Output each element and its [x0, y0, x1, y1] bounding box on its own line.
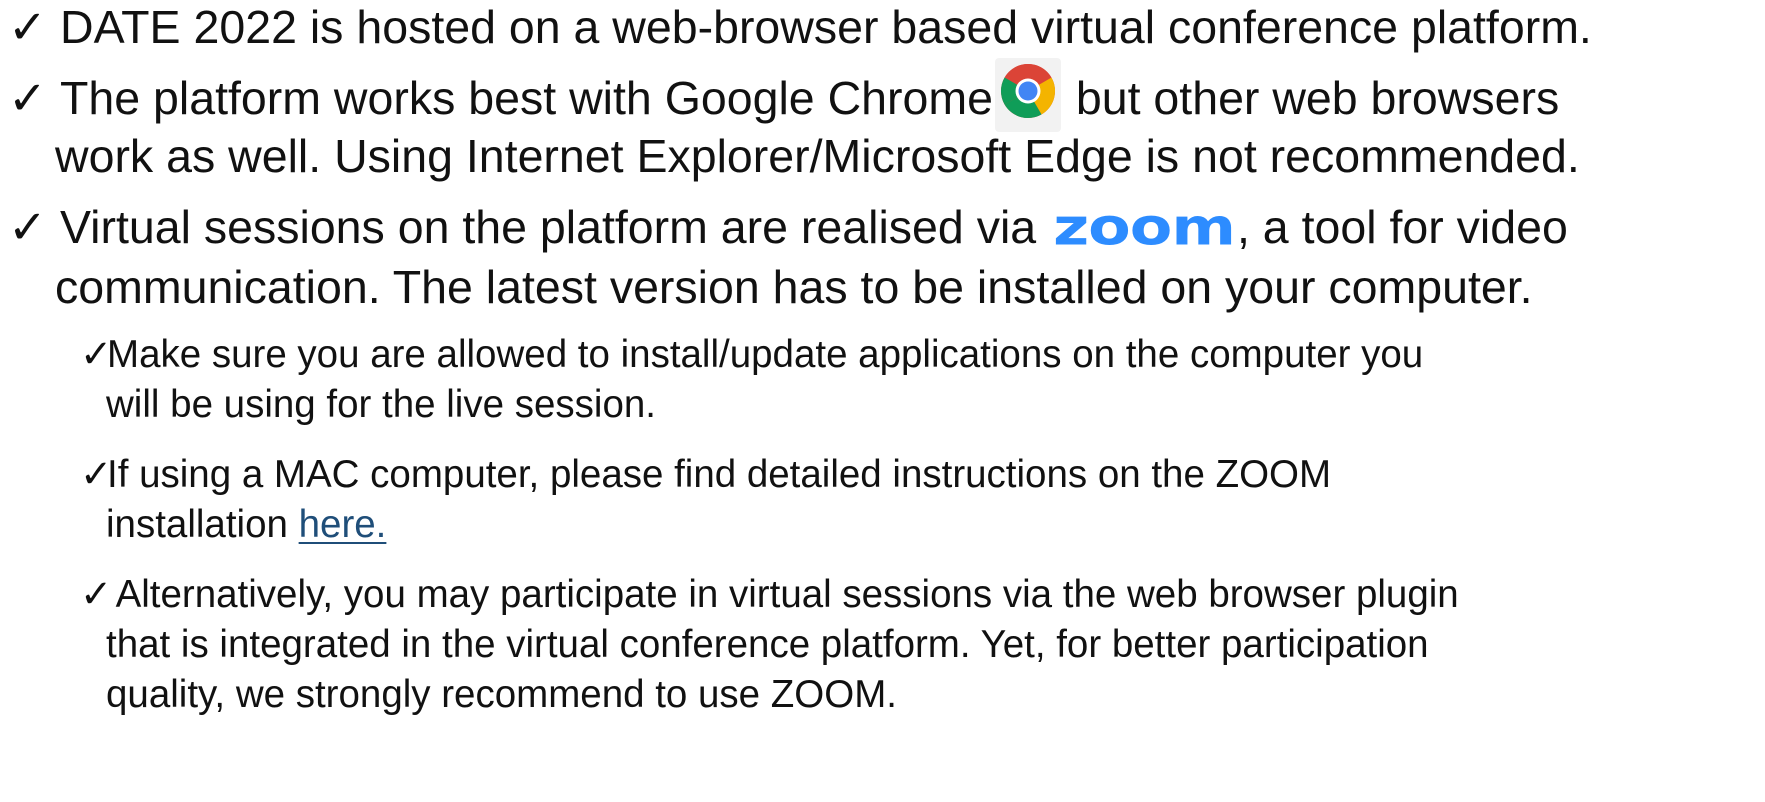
bullet-text: but other web browsers: [1062, 72, 1560, 124]
sub-bullet-text: If using a MAC computer, please find det…: [107, 453, 1332, 496]
sub-bullet-text: Alternatively, you may participate in vi…: [107, 573, 1459, 616]
sub-bullet-browser-plugin: ✓ Alternatively, you may participate in …: [0, 567, 1459, 723]
checkmark-icon: ✓: [8, 201, 47, 253]
bullet-browser: ✓ The platform works best with Google Chr…: [8, 58, 1580, 189]
bullet-hosting: ✓ DATE 2022 is hosted on a web-browser ba…: [8, 0, 1592, 60]
bullet-text: , a tool for video: [1236, 201, 1568, 253]
bullet-text: Virtual sessions on the platform are rea…: [60, 201, 1050, 253]
sub-bullet-install-permission: ✓Make sure you are allowed to install/up…: [0, 327, 1423, 433]
bullet-text: The platform works best with Google Chro…: [60, 72, 993, 124]
checkmark-icon: ✓: [80, 573, 113, 616]
sub-bullet-text-continued: will be using for the live session.: [106, 383, 656, 426]
sub-bullet-text: Make sure you are allowed to install/upd…: [107, 333, 1424, 376]
zoom-logo: zoom: [1053, 197, 1236, 257]
checkmark-icon: ✓: [8, 72, 47, 124]
sub-bullet-text-continued: installation here.: [0, 497, 1331, 553]
mac-instructions-link[interactable]: here.: [299, 503, 387, 546]
sub-bullet-text-continued: quality, we strongly recommend to use ZO…: [106, 673, 897, 716]
checkmark-icon: ✓: [8, 1, 47, 53]
checkmark-icon: ✓: [80, 333, 113, 376]
checkmark-icon: ✓: [80, 453, 113, 496]
sub-bullet-text-continued: that is integrated in the virtual confer…: [106, 623, 1429, 666]
sub-bullet-mac: ✓If using a MAC computer, please find de…: [0, 447, 1331, 553]
bullet-text-continued: communication. The latest version has to…: [55, 261, 1533, 313]
bullet-text: DATE 2022 is hosted on a web-browser bas…: [60, 1, 1592, 53]
sub-bullet-text: installation: [106, 503, 299, 546]
chrome-icon: [994, 58, 1061, 132]
bullet-text-continued: work as well. Using Internet Explorer/Mi…: [55, 130, 1580, 182]
bullet-zoom: ✓ Virtual sessions on the platform are re…: [8, 194, 1568, 320]
